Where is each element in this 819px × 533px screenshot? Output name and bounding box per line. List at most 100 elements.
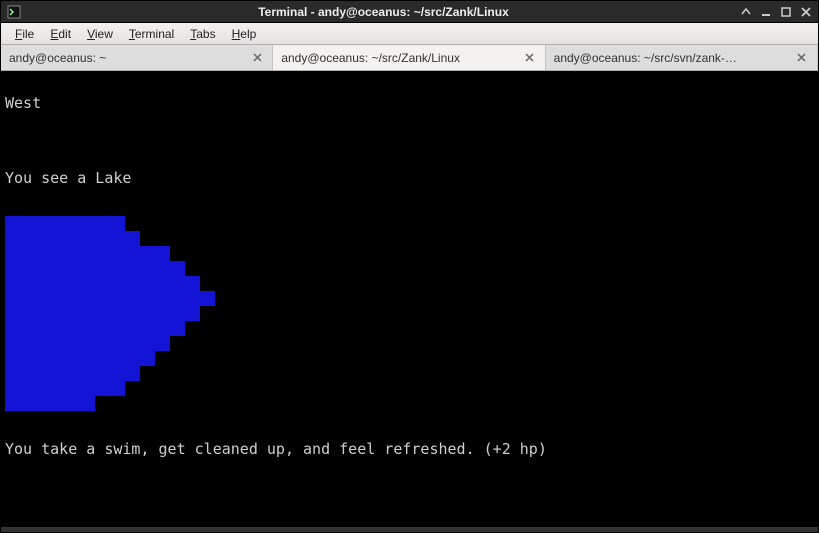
tab-2[interactable]: andy@oceanus: ~/src/svn/zank-…: [546, 45, 818, 70]
lake-cell: [65, 246, 80, 261]
menu-terminal[interactable]: Terminal: [121, 25, 182, 43]
lake-cell: [80, 261, 95, 276]
tab-1[interactable]: andy@oceanus: ~/src/Zank/Linux: [273, 45, 545, 70]
lake-cell: [110, 336, 125, 351]
lake-cell: [200, 321, 215, 336]
lake-cell: [95, 321, 110, 336]
terminal-viewport[interactable]: West You see a Lake You take a swim, get…: [1, 71, 818, 527]
lake-cell: [20, 381, 35, 396]
lake-cell: [5, 291, 20, 306]
lake-cell: [155, 261, 170, 276]
lake-cell: [155, 396, 170, 411]
minimize-button[interactable]: [760, 6, 772, 18]
lake-cell: [185, 306, 200, 321]
menu-label: erminal: [135, 27, 174, 41]
lake-cell: [200, 396, 215, 411]
lake-cell: [35, 261, 50, 276]
lake-cell: [200, 381, 215, 396]
lake-cell: [80, 381, 95, 396]
lake-cell: [125, 216, 140, 231]
lake-cell: [125, 306, 140, 321]
lake-cell: [65, 261, 80, 276]
tabbar: andy@oceanus: ~ andy@oceanus: ~/src/Zank…: [1, 45, 818, 71]
close-button[interactable]: [800, 6, 812, 18]
tab-0[interactable]: andy@oceanus: ~: [1, 45, 273, 70]
lake-cell: [140, 261, 155, 276]
lake-cell: [200, 336, 215, 351]
terminal-app-icon: [7, 5, 21, 19]
lake-cell: [125, 351, 140, 366]
lake-cell: [185, 351, 200, 366]
lake-cell: [65, 351, 80, 366]
lake-cell: [200, 306, 215, 321]
lake-cell: [140, 351, 155, 366]
lake-cell: [170, 396, 185, 411]
lake-cell: [185, 321, 200, 336]
shade-button[interactable]: [740, 6, 752, 18]
lake-cell: [80, 366, 95, 381]
lake-cell: [20, 351, 35, 366]
lake-cell: [95, 396, 110, 411]
tab-label: andy@oceanus: ~/src/svn/zank-…: [554, 51, 795, 65]
lake-cell: [5, 336, 20, 351]
lake-cell: [5, 366, 20, 381]
lake-cell: [110, 396, 125, 411]
tab-close-icon[interactable]: [250, 51, 264, 65]
lake-cell: [170, 381, 185, 396]
lake-cell: [65, 336, 80, 351]
window-titlebar[interactable]: Terminal - andy@oceanus: ~/src/Zank/Linu…: [1, 1, 818, 23]
lake-cell: [20, 216, 35, 231]
menu-view[interactable]: View: [79, 25, 121, 43]
menu-edit[interactable]: Edit: [42, 25, 79, 43]
lake-cell: [200, 246, 215, 261]
lake-cell: [50, 261, 65, 276]
lake-cell: [200, 366, 215, 381]
lake-cell: [170, 306, 185, 321]
terminal-window: Terminal - andy@oceanus: ~/src/Zank/Linu…: [0, 0, 819, 533]
lake-cell: [50, 366, 65, 381]
lake-row: [5, 216, 814, 231]
lake-cell: [200, 291, 215, 306]
lake-cell: [80, 321, 95, 336]
lake-cell: [50, 396, 65, 411]
lake-cell: [140, 306, 155, 321]
lake-cell: [20, 231, 35, 246]
lake-cell: [20, 366, 35, 381]
lake-cell: [35, 396, 50, 411]
lake-cell: [80, 351, 95, 366]
tab-close-icon[interactable]: [523, 51, 537, 65]
menu-help[interactable]: Help: [224, 25, 265, 43]
maximize-button[interactable]: [780, 6, 792, 18]
lake-cell: [200, 231, 215, 246]
lake-cell: [125, 321, 140, 336]
lake-cell: [20, 261, 35, 276]
lake-cell: [95, 366, 110, 381]
lake-cell: [65, 321, 80, 336]
lake-cell: [140, 381, 155, 396]
lake-cell: [95, 276, 110, 291]
lake-cell: [155, 366, 170, 381]
lake-cell: [50, 321, 65, 336]
lake-row: [5, 276, 814, 291]
lake-cell: [125, 366, 140, 381]
lake-cell: [20, 336, 35, 351]
blank-line: [5, 515, 814, 527]
lake-cell: [5, 396, 20, 411]
menu-tabs[interactable]: Tabs: [182, 25, 223, 43]
lake-row: [5, 306, 814, 321]
lake-row: [5, 381, 814, 396]
lake-cell: [170, 366, 185, 381]
blank-line: [5, 478, 814, 497]
tab-close-icon[interactable]: [795, 51, 809, 65]
lake-cell: [110, 321, 125, 336]
lake-cell: [65, 231, 80, 246]
menu-file[interactable]: File: [7, 25, 42, 43]
lake-cell: [125, 231, 140, 246]
lake-cell: [170, 216, 185, 231]
lake-cell: [140, 396, 155, 411]
lake-cell: [140, 336, 155, 351]
lake-cell: [5, 216, 20, 231]
lake-cell: [185, 246, 200, 261]
lake-cell: [20, 396, 35, 411]
lake-cell: [65, 366, 80, 381]
